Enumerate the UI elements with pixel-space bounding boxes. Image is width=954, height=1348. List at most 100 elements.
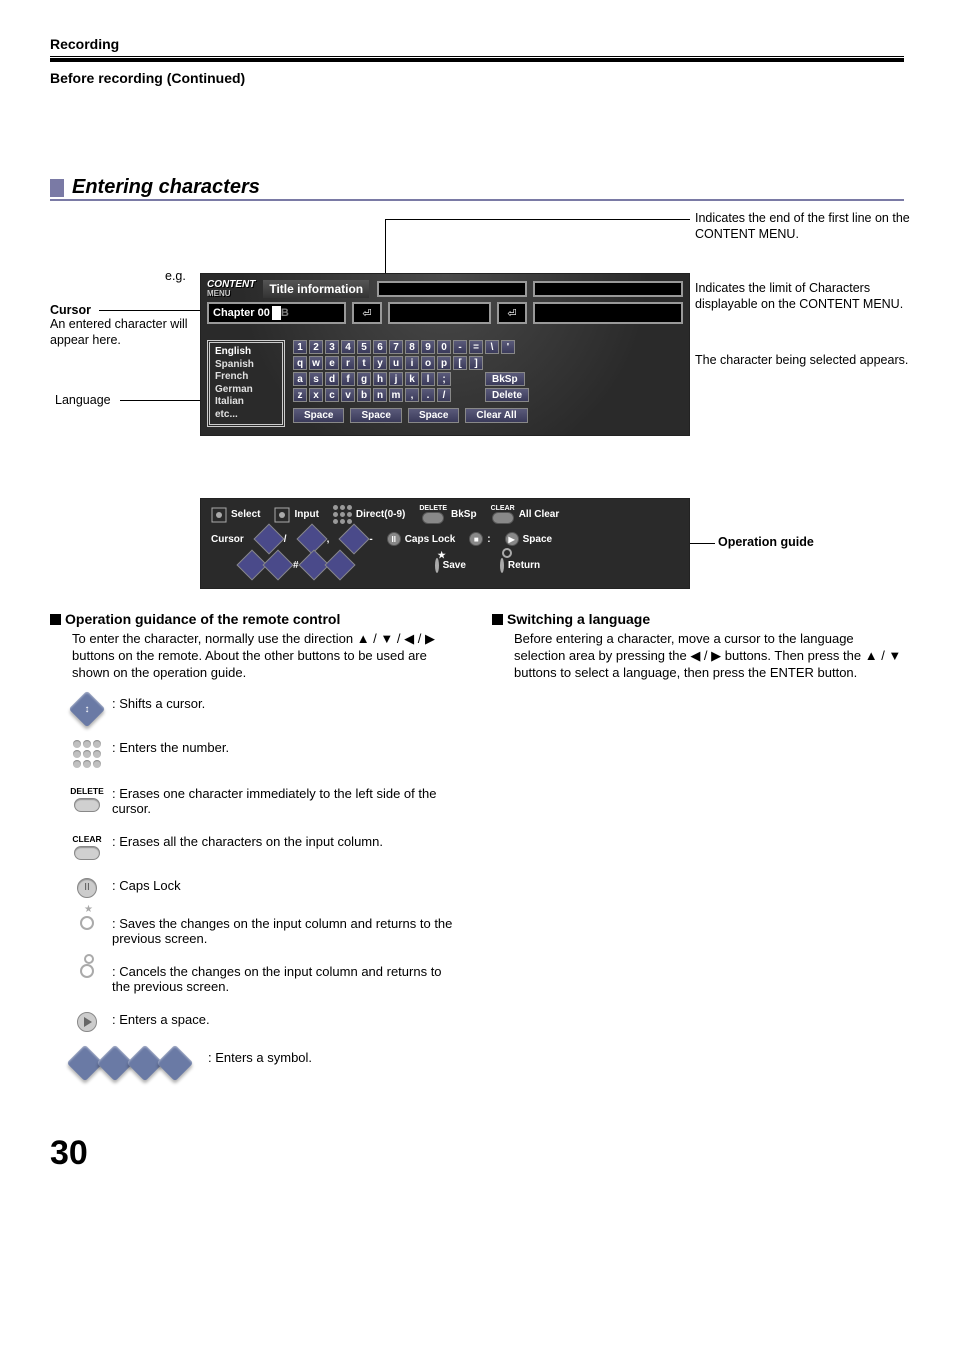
key[interactable]: s: [309, 372, 323, 386]
key[interactable]: e: [325, 356, 339, 370]
key[interactable]: g: [357, 372, 371, 386]
guide-row: # ★ Save Return: [211, 554, 679, 576]
key[interactable]: i: [405, 356, 419, 370]
key[interactable]: t: [357, 356, 371, 370]
guide-label: Select: [231, 509, 260, 520]
key[interactable]: v: [341, 388, 355, 402]
operation-guide-panel: Select Input Direct(0-9) DELETE BkSp: [200, 498, 690, 589]
guide-direct: Direct(0-9): [333, 505, 405, 524]
annot-cursor-desc: An entered character will appear here.: [50, 317, 195, 348]
key[interactable]: ]: [469, 356, 483, 370]
key[interactable]: [: [453, 356, 467, 370]
guide-label: Caps Lock: [405, 534, 456, 545]
key[interactable]: x: [309, 388, 323, 402]
diamond-icon: [324, 549, 355, 580]
key[interactable]: 5: [357, 340, 371, 354]
section-title: Entering characters: [72, 176, 260, 199]
key[interactable]: q: [293, 356, 307, 370]
key[interactable]: f: [341, 372, 355, 386]
guide-save: ★ Save: [435, 560, 466, 571]
func-text: : Saves the changes on the input column …: [112, 916, 462, 946]
clear-all-key[interactable]: Clear All: [465, 408, 527, 423]
clear-button-icon: CLEAR: [72, 834, 102, 860]
key[interactable]: ;: [437, 372, 451, 386]
key[interactable]: 6: [373, 340, 387, 354]
guide-label: All Clear: [519, 509, 560, 520]
key[interactable]: 9: [421, 340, 435, 354]
space-row: Space Space Space Clear All: [293, 408, 683, 423]
key[interactable]: y: [373, 356, 387, 370]
key[interactable]: 4: [341, 340, 355, 354]
guide-bksp: DELETE BkSp: [419, 505, 476, 524]
bksp-key[interactable]: BkSp: [485, 372, 525, 386]
lang-item[interactable]: Spanish: [215, 359, 277, 372]
key[interactable]: 0: [437, 340, 451, 354]
key[interactable]: 1: [293, 340, 307, 354]
key[interactable]: n: [373, 388, 387, 402]
space-key[interactable]: Space: [350, 408, 401, 423]
keyboard-area: English Spanish French German Italian et…: [207, 340, 683, 427]
func-shift-cursor: ↕ : Shifts a cursor.: [72, 696, 462, 722]
title-input-2[interactable]: [533, 281, 683, 297]
language-list[interactable]: English Spanish French German Italian et…: [207, 340, 285, 427]
overflow-input[interactable]: [388, 302, 491, 324]
right-body: Before entering a character, move a curs…: [514, 631, 904, 682]
key[interactable]: 3: [325, 340, 339, 354]
key[interactable]: m: [389, 388, 403, 402]
osd-panel: CONTENT MENU Title information Chapter 0…: [200, 273, 690, 436]
guide-label: Space: [523, 534, 552, 545]
chapter-prefix: Chapter 00: [213, 307, 270, 319]
diamond-group-icon: [72, 1050, 188, 1076]
key[interactable]: /: [437, 388, 451, 402]
lang-item[interactable]: English: [215, 346, 277, 359]
key[interactable]: 2: [309, 340, 323, 354]
pill-label: DELETE: [70, 786, 104, 796]
key[interactable]: z: [293, 388, 307, 402]
key[interactable]: u: [389, 356, 403, 370]
key[interactable]: l: [421, 372, 435, 386]
osd-title: Title information: [263, 280, 369, 298]
key[interactable]: h: [373, 372, 387, 386]
chapter-input[interactable]: Chapter 00B: [207, 302, 346, 324]
lang-item[interactable]: Italian: [215, 396, 277, 409]
key[interactable]: ': [501, 340, 515, 354]
osd-logo: CONTENT MENU: [207, 280, 255, 298]
key[interactable]: ,: [405, 388, 419, 402]
key[interactable]: 8: [405, 340, 419, 354]
delete-key[interactable]: Delete: [485, 388, 529, 402]
diagram: Indicates the end of the first line on t…: [50, 213, 904, 603]
pill-label: CLEAR: [72, 834, 101, 844]
key[interactable]: w: [309, 356, 323, 370]
guide-cursor: Cursor: [211, 534, 244, 545]
key[interactable]: c: [325, 388, 339, 402]
space-key[interactable]: Space: [408, 408, 459, 423]
func-enter-number: : Enters the number.: [72, 740, 462, 768]
func-text: : Enters a space.: [112, 1012, 210, 1027]
guide-row: Select Input Direct(0-9) DELETE BkSp: [211, 505, 679, 524]
space-key[interactable]: Space: [293, 408, 344, 423]
key[interactable]: .: [421, 388, 435, 402]
key[interactable]: p: [437, 356, 451, 370]
category-label: Recording: [50, 36, 904, 57]
title-input-1[interactable]: [377, 281, 527, 297]
key[interactable]: b: [357, 388, 371, 402]
lang-item[interactable]: French: [215, 371, 277, 384]
guide-all-clear: CLEAR All Clear: [491, 505, 560, 524]
guide-row: Cursor / , - II Caps Lock: [211, 528, 679, 550]
key[interactable]: o: [421, 356, 435, 370]
pause-icon: II: [387, 532, 401, 546]
func-text: : Cancels the changes on the input colum…: [112, 964, 462, 994]
key[interactable]: r: [341, 356, 355, 370]
eol-indicator: ⏎: [352, 302, 382, 324]
key[interactable]: =: [469, 340, 483, 354]
lang-item[interactable]: German: [215, 384, 277, 397]
key[interactable]: -: [453, 340, 467, 354]
key[interactable]: \: [485, 340, 499, 354]
key[interactable]: 7: [389, 340, 403, 354]
guide-pill-label: DELETE: [419, 505, 447, 512]
lang-item[interactable]: etc...: [215, 409, 277, 422]
key[interactable]: d: [325, 372, 339, 386]
key[interactable]: a: [293, 372, 307, 386]
key[interactable]: j: [389, 372, 403, 386]
key[interactable]: k: [405, 372, 419, 386]
